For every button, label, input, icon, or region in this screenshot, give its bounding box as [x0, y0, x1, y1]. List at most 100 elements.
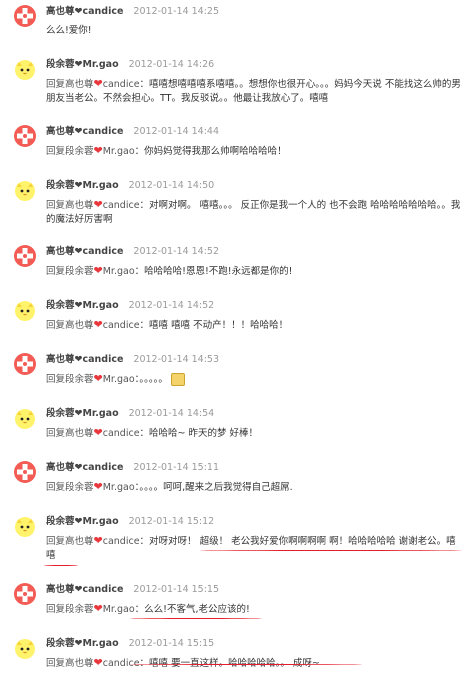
message-item: 高也尊❤candice 2012-01-14 15:11 回复段余蓉❤Mr.gao：…: [0, 460, 472, 510]
message-content: ：嘻嘻 嘻嘻 不动产！！！哈哈哈！: [139, 320, 289, 331]
username-link[interactable]: 段余蓉❤Mr.gao: [46, 59, 119, 70]
message-header: 段余蓉❤Mr.gao 2012-01-14 15:12: [46, 516, 214, 528]
timestamp: 2012-01-14 15:15: [133, 584, 220, 595]
chick-avatar[interactable]: [13, 298, 37, 322]
timestamp: 2012-01-14 14:52: [128, 300, 215, 311]
username-link[interactable]: 高也尊❤candice: [46, 354, 123, 365]
timestamp: 2012-01-14 14:54: [128, 408, 215, 419]
message-content: ：。。。。。: [134, 374, 168, 385]
reply-label: 回复高也尊: [46, 658, 94, 669]
message-header: 段余蓉❤Mr.gao 2012-01-14 15:15: [46, 638, 214, 650]
cross-avatar[interactable]: [13, 352, 37, 376]
message-item: 段余蓉❤Mr.gao 2012-01-14 14:50 回复高也尊❤candice：…: [0, 178, 472, 238]
message-item: 高也尊❤candice 2012-01-14 14:53 回复段余蓉❤Mr.gao：…: [0, 352, 472, 402]
reply-label: 回复段余蓉: [46, 482, 94, 493]
username-link[interactable]: 高也尊❤candice: [46, 462, 123, 473]
cross-avatar[interactable]: [13, 124, 37, 148]
timestamp: 2012-01-14 14:50: [128, 180, 215, 191]
heart-icon: ❤: [93, 534, 103, 547]
cross-avatar[interactable]: [13, 460, 37, 484]
reply-label: 回复高也尊: [46, 428, 94, 439]
message-header: 高也尊❤candice 2012-01-14 15:11: [46, 462, 219, 474]
heart-icon: ❤: [93, 198, 103, 211]
username-link[interactable]: 高也尊❤candice: [46, 126, 123, 137]
reply-target-link[interactable]: candice: [103, 320, 140, 331]
message-item: 段余蓉❤Mr.gao 2012-01-14 14:54 回复高也尊❤candice：…: [0, 406, 472, 456]
message-text: 回复段余蓉❤Mr.gao：你妈妈觉得我那么帅啊哈哈哈哈！: [46, 144, 464, 159]
reply-label: 回复高也尊: [46, 320, 94, 331]
message-header: 高也尊❤candice 2012-01-14 14:25: [46, 6, 219, 18]
heart-icon: ❤: [93, 77, 103, 90]
message-content: 么么!爱你!: [46, 25, 92, 36]
cross-avatar[interactable]: [13, 582, 37, 606]
reply-target-link[interactable]: candice: [103, 428, 140, 439]
username-link[interactable]: 段余蓉❤Mr.gao: [46, 300, 119, 311]
heart-icon: ❤: [93, 318, 103, 331]
reply-label: 回复段余蓉: [46, 266, 94, 277]
message-item: 段余蓉❤Mr.gao 2012-01-14 15:15 回复高也尊❤candice：…: [0, 636, 472, 686]
message-header: 段余蓉❤Mr.gao 2012-01-14 14:26: [46, 59, 214, 71]
message-header: 高也尊❤candice 2012-01-14 14:53: [46, 354, 219, 366]
message-text: 回复段余蓉❤Mr.gao：么么!不客气,老公应该的!: [46, 602, 464, 617]
reply-label: 回复段余蓉: [46, 146, 94, 157]
reply-target-link[interactable]: candice: [103, 200, 140, 211]
username-link[interactable]: 段余蓉❤Mr.gao: [46, 638, 119, 649]
message-text: 回复高也尊❤candice：嘻嘻 嘻嘻 不动产！！！哈哈哈！: [46, 318, 464, 333]
username-link[interactable]: 段余蓉❤Mr.gao: [46, 516, 119, 527]
reply-target-link[interactable]: Mr.gao: [103, 604, 135, 615]
message-item: 段余蓉❤Mr.gao 2012-01-14 14:26 回复高也尊❤candice：…: [0, 57, 472, 117]
message-header: 段余蓉❤Mr.gao 2012-01-14 14:52: [46, 300, 214, 312]
username-link[interactable]: 段余蓉❤Mr.gao: [46, 408, 119, 419]
message-feed: 高也尊❤candice 2012-01-14 14:25 么么!爱你! 段余蓉❤Mr.…: [0, 0, 472, 672]
highlight-underline: [44, 565, 78, 566]
cross-avatar[interactable]: [13, 244, 37, 268]
reply-target-link[interactable]: Mr.gao: [103, 482, 135, 493]
timestamp: 2012-01-14 14:26: [128, 59, 215, 70]
reply-label: 回复段余蓉: [46, 374, 94, 385]
message-text: 回复高也尊❤candice：哈哈哈~ 昨天的梦 好棒！: [46, 426, 464, 441]
reply-label: 回复段余蓉: [46, 604, 94, 615]
message-header: 段余蓉❤Mr.gao 2012-01-14 14:54: [46, 408, 214, 420]
message-text: 回复高也尊❤candice：嘻嘻想嘻嘻嘻系嘻嘻。。想想你也很开心。。。妈妈今天说…: [46, 77, 464, 106]
chick-avatar[interactable]: [13, 514, 37, 538]
message-content: ：么么!不客气,老公应该的!: [134, 604, 250, 615]
emoticon-icon: [170, 373, 185, 386]
message-content: ：。。。。呵呵,醒来之后我觉得自己超屌.: [134, 482, 293, 493]
message-text: 回复段余蓉❤Mr.gao：哈哈哈哈!恩恩!不跑!永远都是你的!: [46, 264, 464, 279]
reply-target-link[interactable]: candice: [103, 536, 140, 547]
heart-icon: ❤: [93, 480, 103, 493]
username-link[interactable]: 高也尊❤candice: [46, 584, 123, 595]
chick-avatar[interactable]: [13, 636, 37, 660]
message-text: 回复段余蓉❤Mr.gao：。。。。呵呵,醒来之后我觉得自己超屌.: [46, 480, 464, 495]
message-item: 段余蓉❤Mr.gao 2012-01-14 14:52 回复高也尊❤candice：…: [0, 298, 472, 348]
message-header: 段余蓉❤Mr.gao 2012-01-14 14:50: [46, 180, 214, 192]
reply-target-link[interactable]: candice: [103, 79, 140, 90]
highlight-underline: [130, 664, 362, 665]
timestamp: 2012-01-14 14:25: [133, 6, 220, 17]
chick-avatar[interactable]: [13, 178, 37, 202]
reply-label: 回复高也尊: [46, 200, 94, 211]
reply-target-link[interactable]: Mr.gao: [103, 146, 135, 157]
reply-target-link[interactable]: Mr.gao: [103, 266, 135, 277]
message-text: 回复高也尊❤candice：对呀对呀！ 超级！ 老公我好爱你啊啊啊啊 啊！哈哈哈…: [46, 534, 464, 563]
username-link[interactable]: 高也尊❤candice: [46, 246, 123, 257]
message-content: ：哈哈哈哈!恩恩!不跑!永远都是你的!: [134, 266, 293, 277]
message-item: 高也尊❤candice 2012-01-14 15:15 回复段余蓉❤Mr.gao：…: [0, 582, 472, 632]
highlight-underline: [130, 618, 262, 619]
reply-label: 回复高也尊: [46, 536, 94, 547]
message-text: 回复段余蓉❤Mr.gao：。。。。。: [46, 372, 464, 387]
username-link[interactable]: 段余蓉❤Mr.gao: [46, 180, 119, 191]
message-item: 高也尊❤candice 2012-01-14 14:52 回复段余蓉❤Mr.gao：…: [0, 244, 472, 294]
message-header: 高也尊❤candice 2012-01-14 14:52: [46, 246, 219, 258]
heart-icon: ❤: [93, 656, 103, 669]
reply-target-link[interactable]: Mr.gao: [103, 374, 135, 385]
chick-avatar[interactable]: [13, 406, 37, 430]
chick-avatar[interactable]: [13, 57, 37, 81]
message-header: 高也尊❤candice 2012-01-14 15:15: [46, 584, 219, 596]
reply-label: 回复高也尊: [46, 79, 94, 90]
message-item: 高也尊❤candice 2012-01-14 14:25 么么!爱你!: [0, 4, 472, 54]
heart-icon: ❤: [93, 264, 103, 277]
username-link[interactable]: 高也尊❤candice: [46, 6, 123, 17]
message-text: 么么!爱你!: [46, 24, 464, 38]
cross-avatar[interactable]: [13, 4, 37, 28]
